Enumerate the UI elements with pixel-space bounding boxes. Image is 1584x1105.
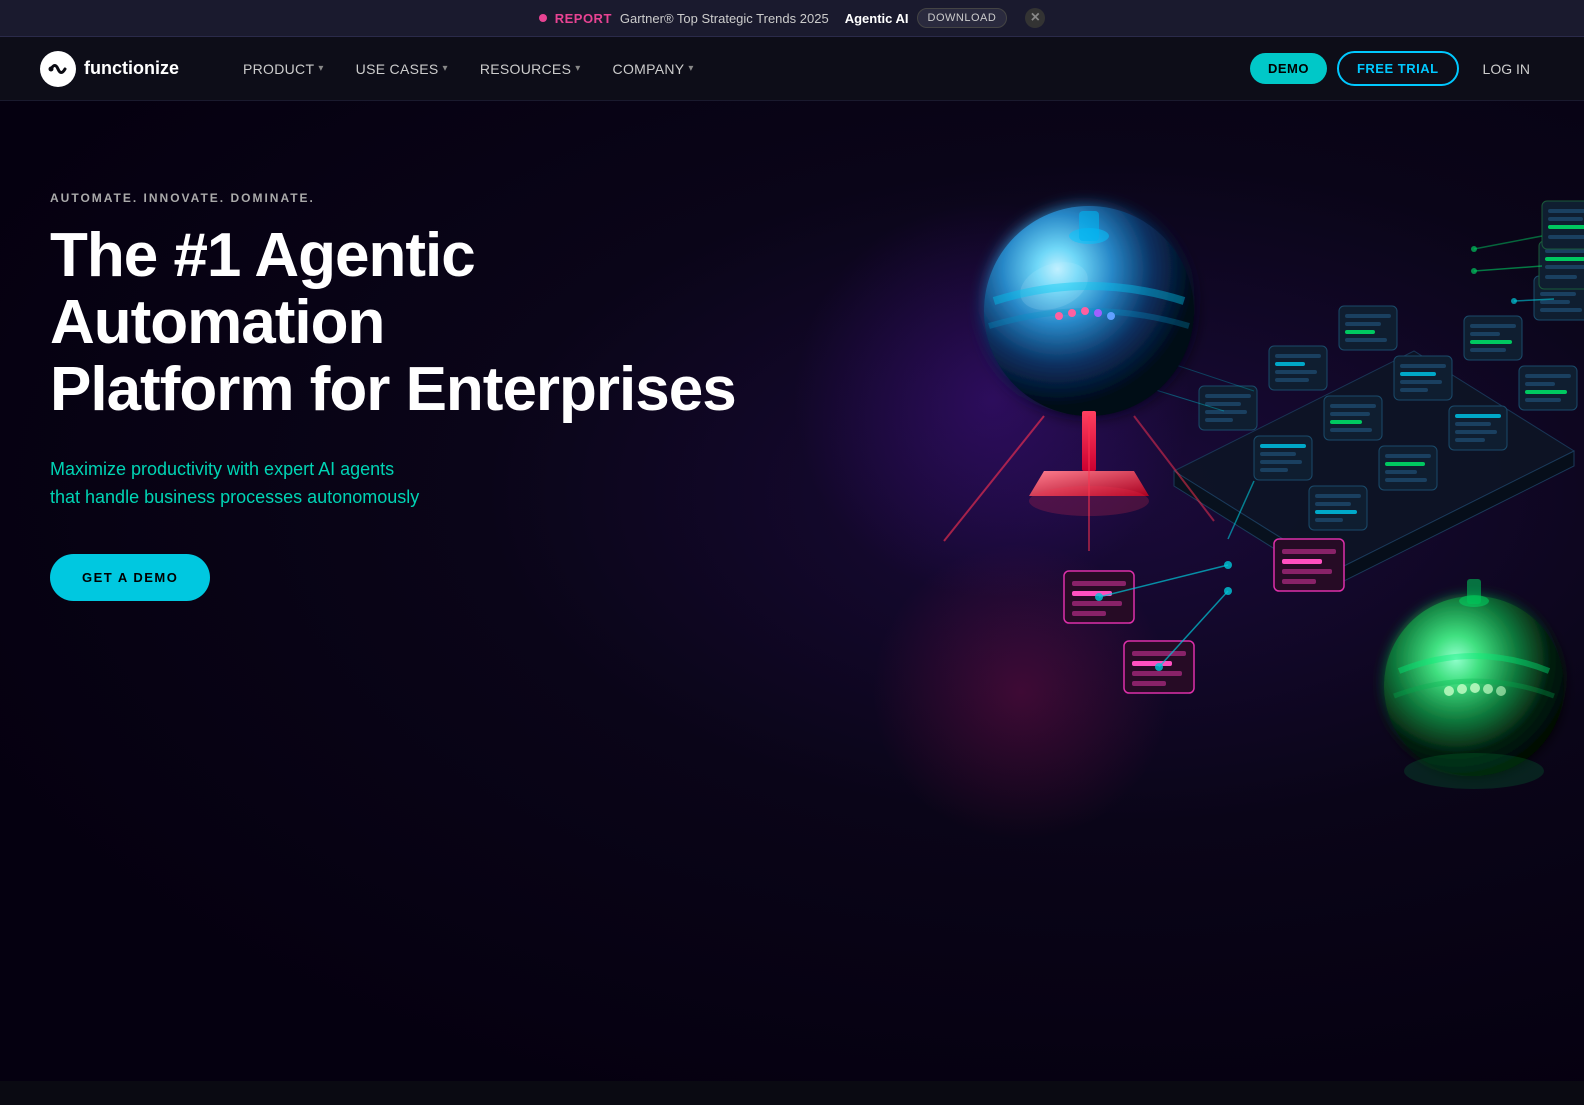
hero-eyebrow: AUTOMATE. INNOVATE. DOMINATE. — [50, 191, 736, 205]
announcement-close-button[interactable]: × — [1025, 8, 1045, 28]
chevron-down-icon: ▾ — [443, 63, 448, 74]
nav-item-use-cases[interactable]: USE CASES ▾ — [342, 53, 462, 85]
hero-content: AUTOMATE. INNOVATE. DOMINATE. The #1 Age… — [50, 191, 736, 601]
nav-links: PRODUCT ▾ USE CASES ▾ RESOURCES ▾ COMPAN… — [229, 53, 1250, 85]
get-demo-button[interactable]: GET A DEMO — [50, 554, 210, 601]
announcement-brand: Agentic AI — [845, 11, 909, 26]
chevron-down-icon: ▾ — [688, 63, 693, 74]
download-button[interactable]: DOWNLOAD — [917, 8, 1008, 28]
hero-illustration — [794, 141, 1584, 861]
hero-subtitle: Maximize productivity with expert AI age… — [50, 456, 590, 512]
hero-title: The #1 AgenticAutomationPlatform for Ent… — [50, 223, 736, 424]
free-trial-button[interactable]: FREE TRIAL — [1337, 51, 1459, 86]
chevron-down-icon: ▾ — [575, 63, 580, 74]
logo-text: functionize — [84, 58, 179, 79]
report-dot-icon — [539, 14, 547, 22]
logo-icon — [40, 51, 76, 87]
announcement-text: Gartner® Top Strategic Trends 2025 — [620, 11, 829, 26]
hero-section: AUTOMATE. INNOVATE. DOMINATE. The #1 Age… — [0, 101, 1584, 1081]
iso-grid — [794, 141, 1584, 861]
chevron-down-icon: ▾ — [318, 63, 323, 74]
login-button[interactable]: LOG IN — [1469, 53, 1544, 85]
nav-actions: DEMO FREE TRIAL LOG IN — [1250, 51, 1544, 86]
report-label: REPORT — [555, 11, 612, 26]
nav-item-product[interactable]: PRODUCT ▾ — [229, 53, 338, 85]
nav-item-resources[interactable]: RESOURCES ▾ — [466, 53, 595, 85]
announcement-bar: REPORT Gartner® Top Strategic Trends 202… — [0, 0, 1584, 37]
demo-button[interactable]: DEMO — [1250, 53, 1327, 84]
nav-item-company[interactable]: COMPANY ▾ — [599, 53, 708, 85]
logo-link[interactable]: functionize — [40, 51, 179, 87]
navbar: functionize PRODUCT ▾ USE CASES ▾ RESOUR… — [0, 37, 1584, 101]
